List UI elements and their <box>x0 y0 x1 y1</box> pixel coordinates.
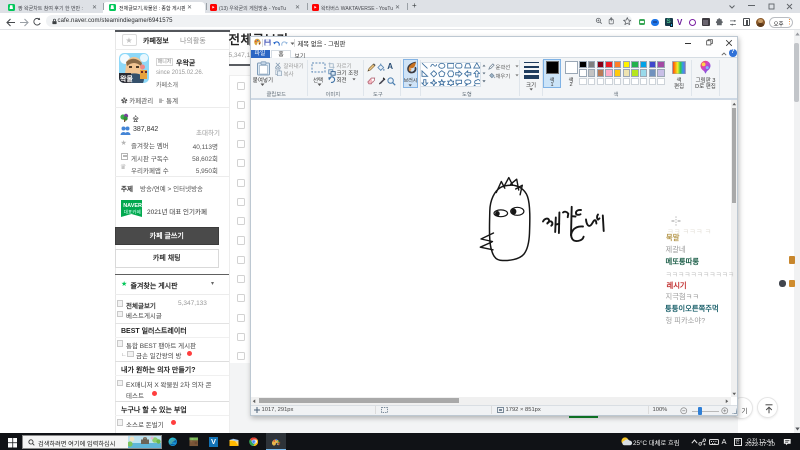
svg-text:왁물: 왁물 <box>120 74 133 83</box>
svg-text:NAVER: NAVER <box>123 203 142 209</box>
svg-text:대표카페: 대표카페 <box>124 208 141 215</box>
